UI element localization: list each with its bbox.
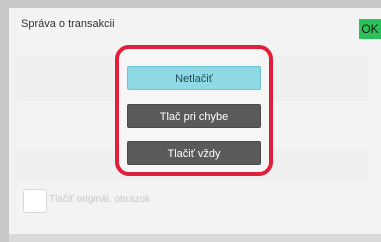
option-print-always[interactable]: Tlačiť vždy	[127, 141, 261, 165]
dialog-title: Správa o transakcii	[21, 18, 115, 30]
bottom-strip	[9, 234, 381, 242]
print-original-image-checkbox[interactable]	[23, 189, 47, 213]
print-original-image-label: Tlačiť originál. obrázok	[49, 194, 151, 205]
ok-button[interactable]: OK	[359, 19, 381, 39]
option-do-not-print[interactable]: Netlačiť	[127, 66, 261, 90]
screen-frame: Správa o transakcii OK Netlačiť Tlač pri…	[0, 0, 381, 242]
option-print-on-error[interactable]: Tlač pri chybe	[127, 104, 261, 128]
